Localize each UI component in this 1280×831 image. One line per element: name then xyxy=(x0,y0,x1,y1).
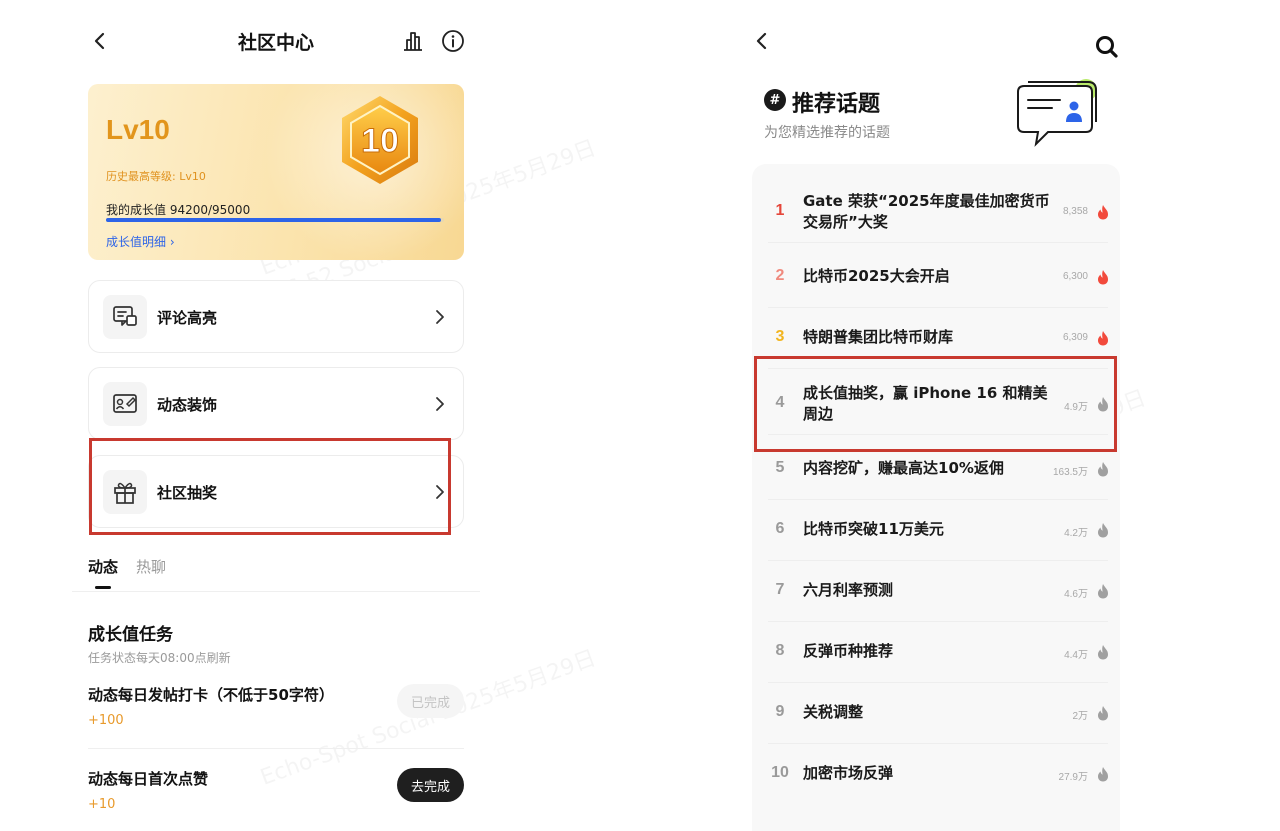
flame-icon xyxy=(1098,205,1108,220)
hashtag-icon: # xyxy=(764,89,786,111)
topic-rank: 6 xyxy=(775,520,785,537)
divider xyxy=(768,242,1108,243)
menu-comment-highlight[interactable]: 评论高亮 xyxy=(88,280,464,353)
info-icon xyxy=(442,30,464,52)
comment-highlight-icon xyxy=(103,295,147,339)
growth-progress-fill xyxy=(106,218,442,222)
topic-title: 关税调整 xyxy=(803,703,864,721)
chevron-right-icon xyxy=(431,307,449,327)
topic-title: 反弹币种推荐 xyxy=(803,642,894,660)
task-go-button[interactable]: 去完成 xyxy=(396,768,464,802)
menu-post-decoration[interactable]: 动态装饰 xyxy=(88,367,464,440)
topic-heat-count: 8,358 xyxy=(1062,206,1088,217)
community-center-screen: 社区中心 Lv10 历史最高等级: Lv10 10 我的成长值 94200/95… xyxy=(72,0,480,831)
topic-heat-count: 4.4万 xyxy=(1064,650,1088,661)
top-nav: 社区中心 xyxy=(72,24,480,58)
topic-heat-count: 163.5万 xyxy=(1052,467,1088,478)
topic-heat-count: 27.9万 xyxy=(1058,772,1088,783)
topic-title: 加密市场反弹 xyxy=(803,764,894,782)
topic-title: 比特币突破11万美元 xyxy=(803,520,944,538)
level-card: Lv10 历史最高等级: Lv10 10 我的成长值 94200/95000 成… xyxy=(88,84,464,260)
info-button[interactable] xyxy=(440,28,466,54)
history-max-level: 历史最高等级: Lv10 xyxy=(106,170,206,183)
topic-title: 六月利率预测 xyxy=(803,581,894,599)
topic-rank: 5 xyxy=(775,459,785,476)
search-button[interactable] xyxy=(1094,34,1120,60)
highlight-annotation-box xyxy=(754,356,1117,452)
flame-icon xyxy=(1098,584,1108,599)
topic-row[interactable]: 8 反弹币种推荐 4.4万 xyxy=(752,622,1120,682)
topic-heat-count: 6,309 xyxy=(1062,332,1088,343)
search-icon xyxy=(1096,36,1118,58)
task-item: 动态每日发帖打卡（不低于50字符） +100 已完成 xyxy=(88,684,464,734)
page-title: 推荐话题 xyxy=(792,92,881,117)
back-button[interactable] xyxy=(750,29,774,53)
tab-hot-chat[interactable]: 热聊 xyxy=(136,556,166,577)
task-item: 动态每日首次点赞 +10 去完成 xyxy=(88,768,464,818)
stats-button[interactable] xyxy=(400,28,426,54)
topic-title: 比特币2025大会开启 xyxy=(803,267,950,285)
chat-bubble-illustration-icon xyxy=(1016,76,1100,152)
tasks-subtitle: 任务状态每天08:00点刷新 xyxy=(88,651,231,665)
badge-number: 10 xyxy=(361,122,399,160)
task-done-button: 已完成 xyxy=(396,684,464,718)
topic-title: 内容挖矿，赚最高达10%返佣 xyxy=(803,459,1004,477)
topic-rank: 9 xyxy=(775,703,785,720)
topic-row[interactable]: 1 Gate 荣获“2025年度最佳加密货币交易所”大奖 8,358 xyxy=(752,182,1120,242)
topic-rank: 3 xyxy=(775,328,785,345)
feed-tabs: 动态 热聊 xyxy=(88,556,166,589)
flame-icon xyxy=(1098,645,1108,660)
flame-icon xyxy=(1098,270,1108,285)
topic-heat-count: 6,300 xyxy=(1062,271,1088,282)
topic-heat-count: 4.2万 xyxy=(1064,528,1088,539)
topic-heat-count: 4.6万 xyxy=(1064,589,1088,600)
divider xyxy=(88,748,464,749)
flame-icon xyxy=(1098,462,1108,477)
chevron-right-icon xyxy=(431,394,449,414)
chevron-left-icon xyxy=(756,32,767,50)
topic-rank: 8 xyxy=(775,642,785,659)
bar-chart-icon xyxy=(404,32,422,51)
level-badge: 10 xyxy=(338,94,422,186)
topic-rank: 10 xyxy=(771,764,789,781)
growth-value: 我的成长值 94200/95000 xyxy=(106,203,251,217)
highlight-annotation-box xyxy=(89,438,451,535)
topic-row[interactable]: 2 比特币2025大会开启 6,300 xyxy=(752,247,1120,307)
flame-icon xyxy=(1098,331,1108,346)
topic-rank: 1 xyxy=(775,202,785,219)
page-subtitle: 为您精选推荐的话题 xyxy=(764,125,890,141)
menu-label: 动态装饰 xyxy=(157,396,218,414)
topic-rank: 2 xyxy=(775,267,785,284)
topic-row[interactable]: 7 六月利率预测 4.6万 xyxy=(752,561,1120,621)
topic-title: Gate 荣获“2025年度最佳加密货币交易所”大奖 xyxy=(803,192,1050,231)
topic-rank: 7 xyxy=(775,581,785,598)
flame-icon xyxy=(1098,523,1108,538)
growth-detail-link[interactable]: 成长值明细 › xyxy=(106,233,175,250)
tasks-title: 成长值任务 xyxy=(88,625,173,645)
topic-row[interactable]: 9 关税调整 2万 xyxy=(752,683,1120,743)
decoration-card-icon xyxy=(103,382,147,426)
level-label: Lv10 xyxy=(106,114,170,145)
topic-list: 1 Gate 荣获“2025年度最佳加密货币交易所”大奖 8,358 2 比特币2025… xyxy=(752,164,1120,831)
flame-icon xyxy=(1098,706,1108,721)
flame-icon xyxy=(1098,767,1108,782)
topic-heat-count: 2万 xyxy=(1072,711,1088,722)
menu-label: 评论高亮 xyxy=(157,309,218,327)
divider xyxy=(72,591,480,592)
tab-posts[interactable]: 动态 xyxy=(88,556,118,589)
topic-row[interactable]: 10 加密市场反弹 27.9万 xyxy=(752,744,1120,804)
topic-title: 特朗普集团比特币财库 xyxy=(803,328,954,346)
nav-actions xyxy=(400,28,466,54)
growth-progress-bar xyxy=(106,218,444,222)
topic-row[interactable]: 6 比特币突破11万美元 4.2万 xyxy=(752,500,1120,560)
